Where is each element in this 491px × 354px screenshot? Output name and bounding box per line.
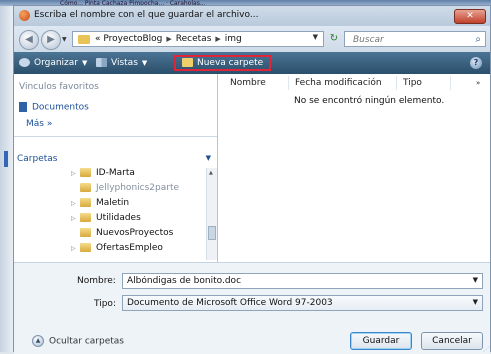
new-folder-icon: [182, 58, 193, 67]
tree-item-jellyphonics[interactable]: Jellyphonics2parte: [80, 183, 179, 197]
tree-item-label: Jellyphonics2parte: [96, 183, 180, 193]
more-columns-icon[interactable]: »: [476, 79, 480, 87]
title-bar[interactable]: Escriba el nombre con el que guardar el …: [14, 6, 490, 26]
folder-icon: [80, 228, 91, 237]
expand-icon[interactable]: ▷: [71, 200, 80, 207]
file-list-pane: Nombre Fecha modificación Tipo » No se e…: [218, 74, 490, 262]
column-divider[interactable]: [396, 76, 397, 90]
recent-pages-dropdown[interactable]: ▼: [62, 36, 67, 43]
close-button[interactable]: ✕: [454, 9, 486, 24]
toolbar: Organizar ▼ Vistas ▼ Nueva carpete ?: [14, 52, 490, 74]
tree-item-id-marta[interactable]: ▷ ID-Marta: [71, 168, 135, 182]
cancel-button[interactable]: Cancelar: [421, 332, 483, 350]
file-type-value: Documento de Microsoft Office Word 97-20…: [127, 298, 333, 308]
tree-item-label: NuevosProyectos: [96, 228, 174, 238]
tree-item-ofertasempleo[interactable]: ▷ OfertasEmpleo: [71, 243, 163, 257]
save-button[interactable]: Guardar: [350, 332, 412, 350]
forward-button[interactable]: ▶: [41, 30, 61, 50]
dialog-title: Escriba el nombre con el que guardar el …: [34, 10, 259, 20]
divider: [14, 136, 217, 137]
file-type-label: Tipo:: [94, 299, 116, 309]
tree-item-label: OfertasEmpleo: [96, 243, 163, 253]
folder-icon: [80, 213, 91, 222]
app-icon: [19, 10, 30, 21]
help-icon[interactable]: ?: [470, 57, 482, 69]
breadcrumb: « ProyectoBlog ▶ Recetas ▶ img: [95, 34, 242, 44]
chevron-right-icon[interactable]: ▶: [166, 35, 171, 43]
file-type-select[interactable]: Documento de Microsoft Office Word 97-20…: [122, 295, 483, 311]
folder-icon: [80, 243, 91, 252]
background-window-edge: [0, 6, 13, 352]
scroll-up-icon[interactable]: ▲: [209, 170, 213, 176]
folder-icon: [80, 198, 91, 207]
chevron-down-icon: ▼: [82, 59, 88, 67]
collapse-icon: ▲: [32, 335, 44, 347]
back-button[interactable]: ◀: [19, 30, 39, 50]
tree-item-label: ID-Marta: [96, 168, 135, 178]
column-header-tipo[interactable]: Tipo: [403, 78, 422, 88]
chevron-down-icon[interactable]: ▼: [473, 276, 478, 284]
expand-icon[interactable]: ▷: [71, 170, 80, 177]
breadcrumb-item-proyectoblog[interactable]: « ProyectoBlog: [95, 34, 162, 44]
column-divider[interactable]: [450, 76, 451, 90]
save-form: Nombre: ▼ Tipo: Documento de Microsoft O…: [14, 262, 490, 354]
breadcrumb-item-img[interactable]: img: [225, 34, 242, 44]
refresh-icon[interactable]: ↻: [327, 33, 341, 46]
folders-label: Carpetas: [17, 154, 58, 164]
tree-item-utilidades[interactable]: ▷ Utilidades: [71, 213, 141, 227]
folder-icon: [80, 168, 91, 177]
address-row: ◀ ▶ ▼ « ProyectoBlog▶Recetas▶img ▼ ↻ ⌕: [14, 26, 490, 52]
empty-folder-message: No se encontró ningún elemento.: [294, 96, 445, 106]
save-as-dialog: Escriba el nombre con el que guardar el …: [13, 5, 491, 354]
folder-icon: [80, 183, 91, 192]
hide-folders-toggle[interactable]: ▲ Ocultar carpetas: [32, 335, 124, 347]
scrollbar-thumb[interactable]: [208, 226, 216, 240]
favorite-links-heading: Vinculos favoritos: [19, 82, 99, 92]
search-input[interactable]: [351, 34, 470, 46]
tree-item-label: Utilidades: [96, 213, 141, 223]
file-name-field[interactable]: ▼: [122, 273, 483, 289]
chevron-down-icon: ▼: [141, 59, 148, 67]
address-bar[interactable]: « ProyectoBlog ▶ Recetas ▶ img ▼: [72, 31, 324, 47]
more-links[interactable]: Más »: [26, 119, 52, 129]
navigation-pane: Vinculos favoritos Documentos Más » Carp…: [14, 74, 218, 262]
tree-item-label: Maletin: [96, 198, 130, 208]
documentos-label: Documentos: [32, 102, 89, 113]
new-folder-button[interactable]: Nueva carpete: [174, 55, 272, 71]
file-name-label: Nombre:: [77, 276, 116, 286]
search-box[interactable]: ⌕: [344, 31, 486, 47]
folder-tree-scrollbar[interactable]: ▲: [206, 168, 217, 260]
search-icon[interactable]: ⌕: [475, 34, 481, 45]
expand-icon[interactable]: ▷: [71, 215, 80, 222]
organize-icon: [19, 58, 30, 67]
documents-icon: [19, 102, 27, 112]
hide-folders-label: Ocultar carpetas: [49, 336, 124, 347]
organizar-label: Organizar: [34, 58, 78, 68]
file-name-input[interactable]: [127, 276, 457, 286]
chevron-down-icon[interactable]: ▼: [473, 298, 478, 306]
tree-item-maletin[interactable]: ▷ Maletin: [71, 198, 129, 212]
chevron-down-icon[interactable]: ▼: [206, 154, 211, 162]
background-accent: [4, 151, 8, 167]
expand-icon[interactable]: ▷: [71, 245, 80, 252]
organizar-button[interactable]: Organizar ▼: [19, 56, 87, 70]
breadcrumb-item-recetas[interactable]: Recetas: [176, 34, 212, 44]
vistas-button[interactable]: Vistas ▼: [96, 56, 147, 70]
new-folder-label: Nueva carpete: [197, 58, 264, 68]
column-header-nombre[interactable]: Nombre: [230, 78, 266, 88]
views-icon: [96, 58, 107, 67]
column-divider[interactable]: [288, 76, 289, 90]
favorite-link-documentos[interactable]: Documentos: [19, 102, 89, 113]
folder-icon: [78, 35, 90, 44]
vistas-label: Vistas: [111, 58, 138, 68]
column-header-fecha[interactable]: Fecha modificación: [295, 78, 382, 88]
tree-item-nuevosproyectos[interactable]: NuevosProyectos: [80, 228, 173, 242]
chevron-right-icon[interactable]: ▶: [215, 35, 220, 43]
address-dropdown-icon[interactable]: ▼: [313, 33, 318, 41]
folders-section-header[interactable]: Carpetas ▼: [17, 154, 213, 166]
